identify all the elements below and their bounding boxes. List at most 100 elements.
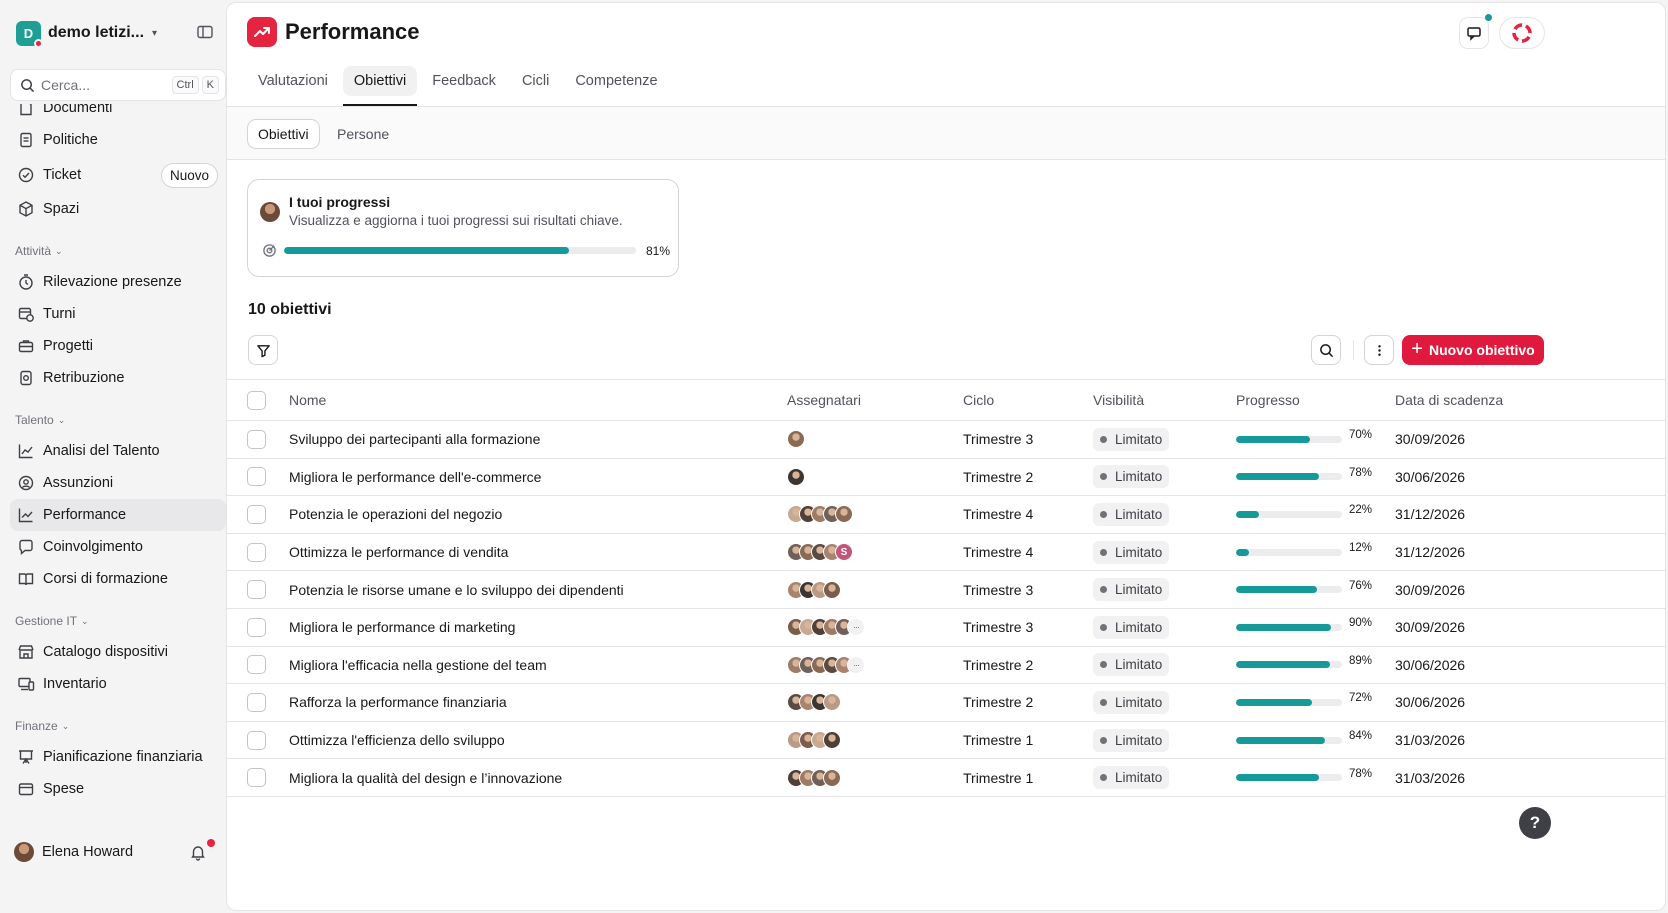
sidebar-item-coinvolgimento[interactable]: Coinvolgimento	[10, 531, 226, 563]
table-row[interactable]: Ottimizza le performance di vendita S Trim…	[227, 534, 1665, 572]
sidebar-item-assunzioni[interactable]: Assunzioni	[10, 467, 226, 499]
new-objective-button[interactable]: + Nuovo obiettivo	[1402, 335, 1544, 365]
row-checkbox[interactable]	[247, 617, 266, 637]
workspace-switcher[interactable]: D demo letizi... ▾	[16, 19, 157, 48]
column-nome[interactable]: Nome	[289, 380, 326, 420]
table-row[interactable]: Migliora l'efficacia nella gestione del …	[227, 647, 1665, 685]
sidebar-item-spazi[interactable]: Spazi	[10, 193, 226, 225]
row-checkbox[interactable]	[247, 504, 266, 524]
assignees[interactable]	[787, 459, 805, 496]
tab-feedback[interactable]: Feedback	[421, 66, 507, 96]
subtab-persone[interactable]: Persone	[327, 119, 399, 149]
table-row[interactable]: Ottimizza l'efficienza dello sviluppo Tri…	[227, 722, 1665, 760]
bell-icon[interactable]	[189, 843, 207, 861]
objective-name[interactable]: Ottimizza le performance di vendita	[289, 534, 508, 571]
tab-competenze[interactable]: Competenze	[564, 66, 668, 96]
sidebar-item-corsi-formazione[interactable]: Corsi di formazione	[10, 563, 226, 595]
avatar	[787, 430, 805, 449]
table-row[interactable]: Rafforza la performance finanziaria Trime…	[227, 684, 1665, 722]
assignees[interactable]	[787, 722, 841, 759]
user-menu[interactable]: Elena Howard	[14, 835, 224, 869]
row-checkbox[interactable]	[247, 655, 266, 675]
assignees[interactable]: ···	[787, 609, 865, 646]
sidebar-item-progetti[interactable]: Progetti	[10, 330, 226, 362]
column-ciclo[interactable]: Ciclo	[963, 380, 994, 420]
search-input[interactable]: Cerca... Ctrl K	[10, 69, 226, 101]
assignees[interactable]: S	[787, 534, 853, 571]
table-row[interactable]: Potenzia le operazioni del negozio Trimes…	[227, 496, 1665, 534]
sidebar-item-inventario[interactable]: Inventario	[10, 668, 226, 700]
row-checkbox[interactable]	[247, 768, 266, 788]
row-checkbox[interactable]	[247, 467, 266, 487]
sidebar-item-label: Progetti	[43, 338, 93, 354]
assignees[interactable]	[787, 571, 841, 608]
sidebar-item-turni[interactable]: Turni	[10, 298, 226, 330]
progress-percent: 22%	[1349, 504, 1373, 517]
due-date: 31/03/2026	[1395, 769, 1466, 786]
sidebar-item-pianificazione-finanziaria[interactable]: Pianificazione finanziaria	[10, 741, 226, 773]
column-progresso[interactable]: Progresso	[1236, 380, 1300, 420]
sidebar-item-performance[interactable]: Performance	[10, 499, 226, 531]
objective-name[interactable]: Migliora la qualità del design e l’innov…	[289, 759, 562, 796]
cycle: Trimestre 2	[963, 468, 1034, 485]
progress-bar	[1236, 473, 1342, 481]
announcements-button[interactable]	[1459, 14, 1492, 49]
sidebar-item-ticket[interactable]: Ticket Nuovo	[10, 159, 226, 191]
objective-name[interactable]: Potenzia le operazioni del negozio	[289, 496, 502, 533]
table-search-button[interactable]	[1311, 335, 1341, 365]
table-row[interactable]: Sviluppo dei partecipanti alla formazion…	[227, 421, 1665, 459]
objective-name[interactable]: Rafforza la performance finanziaria	[289, 684, 507, 721]
column-visibilita[interactable]: Visibilità	[1093, 380, 1144, 420]
section-attivita[interactable]: Attività ⌄	[15, 244, 63, 258]
select-all-checkbox[interactable]	[247, 390, 266, 410]
due-date: 30/09/2026	[1395, 581, 1466, 598]
objective-name[interactable]: Migliora le performance dell'e-commerce	[289, 459, 541, 496]
assignees[interactable]: ···	[787, 647, 865, 684]
help-center-button[interactable]	[1499, 17, 1545, 49]
progress: 76%	[1236, 571, 1372, 608]
sidebar-item-rilevazione-presenze[interactable]: Rilevazione presenze	[10, 266, 226, 298]
sidebar-toggle-icon[interactable]	[196, 23, 216, 43]
section-talento[interactable]: Talento ⌄	[15, 413, 65, 427]
column-assegnatari[interactable]: Assegnatari	[787, 380, 861, 420]
tab-valutazioni[interactable]: Valutazioni	[247, 66, 339, 96]
tab-obiettivi[interactable]: Obiettivi	[342, 66, 418, 106]
row-checkbox[interactable]	[247, 429, 266, 449]
subtab-obiettivi[interactable]: Obiettivi	[247, 119, 320, 149]
assignees[interactable]	[787, 684, 841, 721]
row-checkbox[interactable]	[247, 580, 266, 600]
objective-name[interactable]: Migliora le performance di marketing	[289, 609, 515, 646]
table-row[interactable]: Potenzia le risorse umane e lo sviluppo …	[227, 571, 1665, 609]
progress-percent: 72%	[1349, 692, 1373, 705]
assignees[interactable]	[787, 421, 805, 458]
visibility-badge: Limitato	[1093, 540, 1170, 564]
assignees[interactable]	[787, 759, 841, 796]
row-checkbox[interactable]	[247, 692, 266, 712]
table-row[interactable]: Migliora le performance di marketing ··· T…	[227, 609, 1665, 647]
section-gestione-it[interactable]: Gestione IT ⌄	[15, 614, 89, 628]
filter-button[interactable]	[248, 335, 278, 365]
sidebar-item-documenti[interactable]: Documenti	[10, 104, 226, 124]
objective-name[interactable]: Migliora l'efficacia nella gestione del …	[289, 647, 547, 684]
column-data-scadenza[interactable]: Data di scadenza	[1395, 380, 1503, 420]
more-options-button[interactable]	[1364, 335, 1394, 365]
objective-name[interactable]: Potenzia le risorse umane e lo sviluppo …	[289, 571, 624, 608]
sidebar-item-spese[interactable]: Spese	[10, 773, 226, 805]
row-checkbox[interactable]	[247, 542, 266, 562]
tab-cicli[interactable]: Cicli	[511, 66, 560, 96]
objective-name[interactable]: Sviluppo dei partecipanti alla formazion…	[289, 421, 540, 458]
assignees[interactable]	[787, 496, 853, 533]
progress-card[interactable]: I tuoi progressi Visualizza e aggiorna i…	[247, 179, 679, 277]
help-button[interactable]: ?	[1519, 807, 1551, 839]
table-row[interactable]: Migliora le performance dell'e-commerce T…	[227, 459, 1665, 497]
sidebar-item-analisi-talento[interactable]: Analisi del Talento	[10, 435, 226, 467]
sidebar-item-label: Performance	[43, 507, 127, 523]
sidebar-item-label: Rilevazione presenze	[43, 274, 182, 290]
row-checkbox[interactable]	[247, 730, 266, 750]
sidebar-item-catalogo-dispositivi[interactable]: Catalogo dispositivi	[10, 636, 226, 668]
sidebar-item-politiche[interactable]: Politiche	[10, 124, 226, 156]
objective-name[interactable]: Ottimizza l'efficienza dello sviluppo	[289, 722, 505, 759]
table-row[interactable]: Migliora la qualità del design e l’innov…	[227, 759, 1665, 797]
section-finanze[interactable]: Finanze ⌄	[15, 719, 69, 733]
sidebar-item-retribuzione[interactable]: Retribuzione	[10, 362, 226, 394]
